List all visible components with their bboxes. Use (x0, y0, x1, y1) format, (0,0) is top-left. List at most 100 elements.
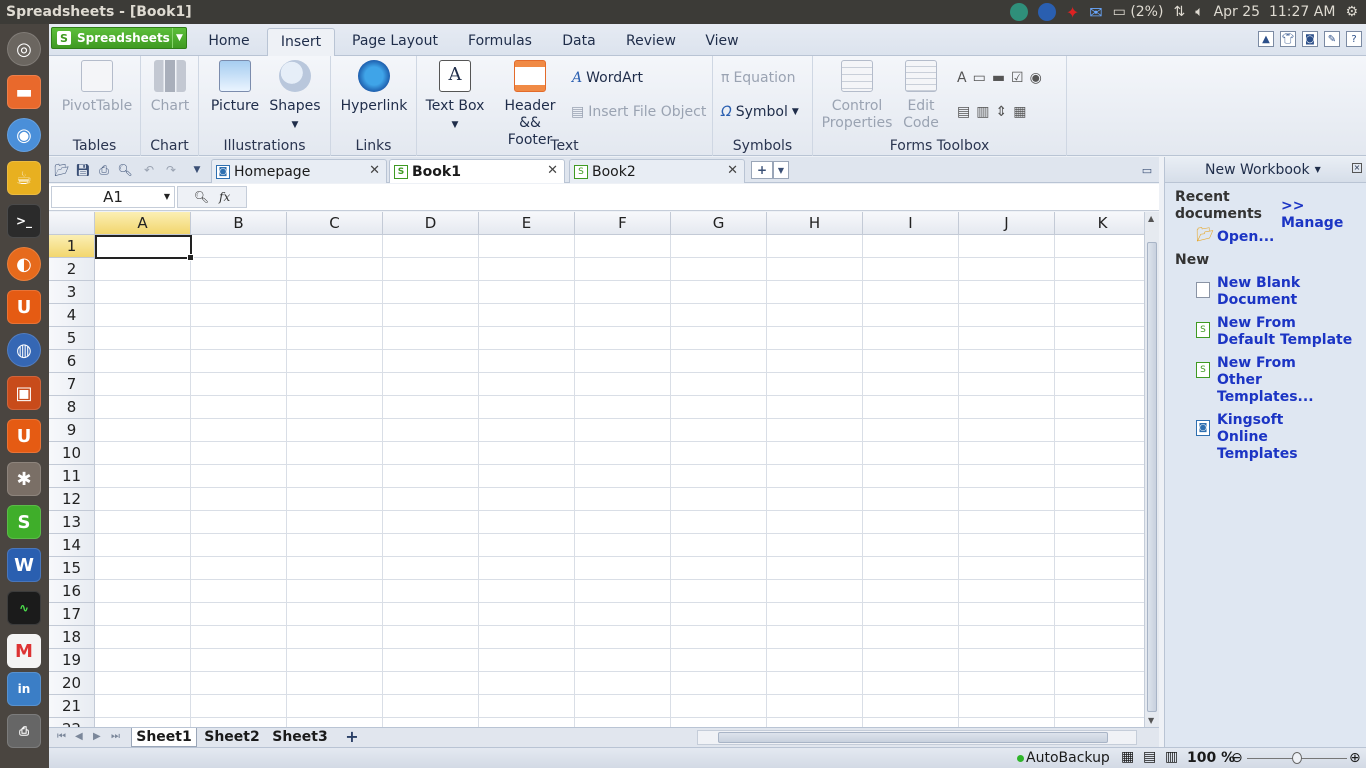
column-header[interactable]: B (191, 212, 287, 235)
row-header[interactable]: 6 (49, 350, 95, 373)
volume-icon[interactable]: 🔈︎ (1195, 4, 1203, 20)
row-header[interactable]: 16 (49, 580, 95, 603)
new-from-default-template-link[interactable]: New From Default Template (1217, 315, 1352, 349)
manage-link[interactable]: >> Manage (1281, 198, 1366, 232)
zoom-level[interactable]: 100 % (1187, 750, 1235, 766)
open-folder-icon[interactable]: 📂︎ (54, 162, 70, 178)
shopping-bag-icon[interactable]: ▣ (7, 376, 41, 410)
close-icon[interactable]: ✕ (369, 163, 380, 178)
skin-icon[interactable]: 👕︎ (1280, 31, 1296, 47)
zoom-slider-handle[interactable] (1292, 752, 1302, 764)
formula-input[interactable] (248, 186, 1157, 208)
tab-home[interactable]: Home (197, 28, 261, 56)
sync-icon[interactable] (1009, 3, 1028, 21)
radio-control-icon[interactable]: ◉ (1030, 70, 1042, 86)
combobox-control-icon[interactable]: ▥ (976, 104, 989, 120)
picture-button[interactable]: Picture (207, 60, 263, 115)
row-header[interactable]: 20 (49, 672, 95, 695)
row-header[interactable]: 5 (49, 327, 95, 350)
row-header[interactable]: 7 (49, 373, 95, 396)
column-header[interactable]: D (383, 212, 479, 235)
kingsoft-online-templates-link[interactable]: Kingsoft Online Templates (1217, 412, 1298, 463)
system-settings-icon[interactable]: ✱ (7, 462, 41, 496)
page-layout-view-icon[interactable]: ▥ (1165, 749, 1178, 765)
open-link[interactable]: Open... (1217, 229, 1274, 246)
teapot-icon[interactable]: ☕ (7, 161, 41, 195)
row-header[interactable]: 2 (49, 258, 95, 281)
row-header[interactable]: 17 (49, 603, 95, 626)
add-sheet-plus-icon[interactable]: + (341, 728, 363, 747)
social-apps-icon[interactable]: in (7, 672, 41, 706)
row-header[interactable]: 11 (49, 465, 95, 488)
column-header[interactable]: E (479, 212, 575, 235)
row-header[interactable]: 9 (49, 419, 95, 442)
text-box-dropdown-icon[interactable]: ▼ (452, 120, 459, 130)
autobackup-button[interactable]: AutoBackup (1026, 750, 1110, 766)
firefox-icon[interactable]: ◐ (7, 247, 41, 281)
network-icon[interactable]: ⇅ (1173, 4, 1185, 20)
tools-icon[interactable]: ✎ (1324, 31, 1340, 47)
close-pane-icon[interactable]: × (1352, 163, 1362, 173)
collapse-ribbon-icon[interactable]: ▲ (1258, 31, 1274, 47)
horizontal-scrollbar[interactable] (697, 730, 1137, 745)
row-header[interactable]: 12 (49, 488, 95, 511)
chevron-down-icon[interactable]: ▼ (172, 28, 186, 48)
doc-tab-homepage[interactable]: ◙ Homepage ✕ (211, 159, 387, 183)
scroll-up-icon[interactable]: ▲ (1148, 214, 1154, 223)
spin-control-icon[interactable]: ⇕ (995, 104, 1007, 120)
row-header[interactable]: 13 (49, 511, 95, 534)
horizontal-scroll-thumb[interactable] (718, 732, 1108, 743)
wordart-button[interactable]: A WordArt (572, 70, 643, 86)
insert-file-object-button[interactable]: ▤ Insert File Object (571, 104, 706, 120)
kingsoft-icon[interactable]: ◙ (1302, 31, 1318, 47)
row-header[interactable]: 1 (49, 235, 95, 258)
kingsoft-writer-icon[interactable]: W (7, 548, 41, 582)
row-header[interactable]: 3 (49, 281, 95, 304)
close-icon[interactable]: ✕ (547, 163, 558, 178)
gmail-icon[interactable]: M (7, 634, 41, 668)
save-icon[interactable]: 💾︎ (75, 162, 91, 178)
shapes-dropdown-icon[interactable]: ▼ (292, 120, 299, 130)
row-header[interactable]: 14 (49, 534, 95, 557)
button-control-icon[interactable]: ▬ (992, 70, 1005, 86)
row-header[interactable]: 4 (49, 304, 95, 327)
shapes-button[interactable]: Shapes ▼ (267, 60, 323, 134)
first-sheet-icon[interactable]: ⏮ (57, 731, 66, 742)
help-icon[interactable]: ? (1346, 31, 1362, 47)
chevron-down-icon[interactable]: ▼ (164, 187, 170, 207)
hyperlink-button[interactable]: Hyperlink (337, 60, 411, 115)
zoom-search-icon[interactable]: 🔍︎ (194, 190, 209, 204)
new-tab-dropdown-icon[interactable]: ▼ (773, 161, 789, 179)
system-monitor-icon[interactable]: ∿ (7, 591, 41, 625)
printer-icon[interactable]: ⎙ (7, 714, 41, 748)
edit-code-button[interactable]: Edit Code (899, 60, 943, 132)
vertical-scroll-thumb[interactable] (1147, 242, 1157, 712)
app-menu-button[interactable]: S Spreadsheets ▼ (51, 27, 187, 49)
row-header[interactable]: 10 (49, 442, 95, 465)
print-preview-icon[interactable]: 🔍︎ (117, 162, 133, 178)
active-cell-a1[interactable] (95, 235, 194, 261)
column-header[interactable]: J (959, 212, 1055, 235)
ubuntu-one-icon[interactable]: U (7, 419, 41, 453)
column-header[interactable]: A (95, 212, 191, 235)
prev-sheet-icon[interactable]: ◀ (75, 731, 83, 742)
row-header[interactable]: 15 (49, 557, 95, 580)
chevron-down-icon[interactable]: ▼ (1315, 165, 1321, 174)
software-center-icon[interactable]: U (7, 290, 41, 324)
checkbox-control-icon[interactable]: ☑ (1011, 70, 1024, 86)
doc-tab-book1[interactable]: S Book1 ✕ (389, 159, 565, 183)
next-sheet-icon[interactable]: ▶ (93, 731, 101, 742)
zoom-out-icon[interactable]: ⊖ (1231, 750, 1243, 766)
equation-button[interactable]: π Equation (721, 70, 795, 86)
column-header[interactable]: K (1055, 212, 1144, 235)
files-icon[interactable]: ▬ (7, 75, 41, 109)
tab-page-layout[interactable]: Page Layout (343, 28, 447, 56)
pivottable-button[interactable]: PivotTable (57, 60, 137, 115)
dash-home-icon[interactable]: ◎ (7, 32, 41, 66)
insert-function-button[interactable]: fx (219, 190, 230, 204)
sheet-tab-sheet1[interactable]: Sheet1 (131, 728, 197, 747)
chromium-icon[interactable]: ◉ (7, 118, 41, 152)
undo-icon[interactable]: ↶ (141, 162, 157, 178)
new-from-other-templates-link[interactable]: New From Other Templates... (1217, 355, 1314, 406)
terminal-icon[interactable]: >_ (7, 204, 41, 238)
